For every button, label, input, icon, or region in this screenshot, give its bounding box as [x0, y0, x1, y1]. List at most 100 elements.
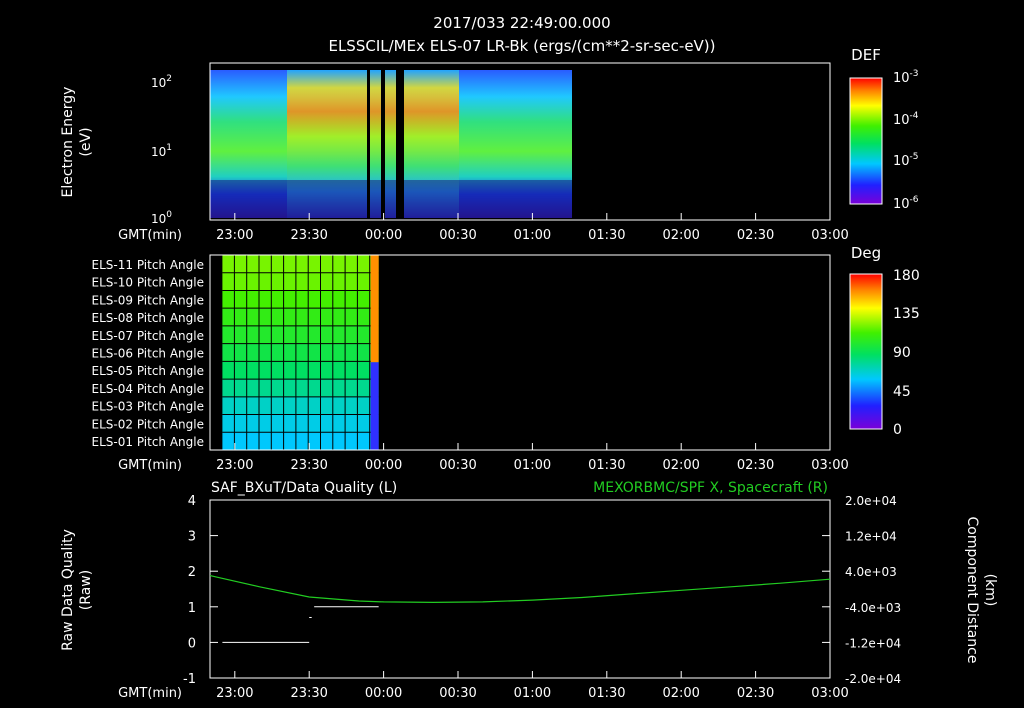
pitch-row-label: ELS-01 Pitch Angle	[92, 435, 204, 449]
chart-canvas: 2017/033 22:49:00.000 ELSSCIL/MEx ELS-07…	[60, 14, 998, 701]
pitch-row-fill	[222, 325, 379, 344]
right-tick-label: -2.0e+04	[845, 672, 901, 686]
deg-tick-45: 45	[893, 384, 911, 400]
chart-subtitle: ELSSCIL/MEx ELS-07 LR-Bk (ergs/(cm**2-sr…	[328, 37, 715, 55]
pitch-row-fill	[222, 396, 379, 415]
position-series-line	[209, 575, 831, 604]
gap-2	[381, 70, 385, 218]
quality-ylabel-left-1: Raw Data Quality	[60, 529, 76, 651]
pitch-row-fill	[222, 361, 379, 380]
time-tick-label: 02:30	[737, 228, 774, 243]
time-tick-label: 00:00	[365, 458, 402, 473]
pitch-row-label: ELS-10 Pitch Angle	[92, 276, 204, 290]
cbar-tick-4: 10-6	[893, 195, 919, 212]
quality-ylabel-left-2: (Raw)	[78, 570, 94, 610]
right-tick-label: -1.2e+04	[845, 636, 901, 650]
quality-ylabel-right: Component Distance (km)	[964, 517, 998, 664]
left-tick-label: 1	[188, 601, 196, 616]
left-tick-label: 3	[188, 530, 196, 545]
time-tick-label: 23:00	[216, 458, 253, 473]
left-tick-label: -1	[183, 672, 196, 687]
gap-1	[367, 70, 370, 218]
pitch-row-label: ELS-09 Pitch Angle	[92, 293, 204, 307]
time-tick-label: 02:00	[662, 458, 699, 473]
pitch-row-label: ELS-06 Pitch Angle	[92, 347, 204, 361]
quality-ylabel-right-2: (km)	[982, 574, 998, 607]
pitch-row-labels: ELS-11 Pitch Angle ELS-10 Pitch Angle ELS-…	[92, 258, 204, 449]
quality-left-ticks: 4 3 2 1 0 -1	[183, 494, 218, 687]
left-tick-label: 0	[188, 636, 196, 651]
quality-title-left: SAF_BXuT/Data Quality (L)	[211, 480, 397, 496]
pitch-row-fill	[222, 414, 379, 433]
deg-tick-135: 135	[893, 306, 920, 322]
deg-tick-90: 90	[893, 345, 911, 361]
pitch-row-label: ELS-04 Pitch Angle	[92, 382, 204, 396]
pitch-angle-panel: ELS-11 Pitch Angle ELS-10 Pitch Angle ELS-…	[92, 244, 920, 473]
time-tick-label: 01:00	[514, 458, 551, 473]
pitch-row-label: ELS-02 Pitch Angle	[92, 417, 204, 431]
pitch-row-label: ELS-05 Pitch Angle	[92, 364, 204, 378]
pitch-edge-cold	[370, 362, 379, 450]
time-tick-label: 01:30	[588, 458, 625, 473]
pitch-row-fill	[222, 432, 379, 450]
pitch-row-fill	[222, 255, 379, 273]
time-tick-label: 03:00	[811, 228, 848, 243]
time-tick-label: 01:30	[588, 228, 625, 243]
ytick-100: 102	[151, 74, 172, 90]
pitch-row-fill	[222, 379, 379, 397]
time-tick-label: 23:30	[290, 228, 327, 243]
right-tick-label: 2.0e+04	[845, 494, 897, 508]
pitch-row-label: ELS-08 Pitch Angle	[92, 311, 204, 325]
time-tick-label: 02:30	[737, 686, 774, 701]
deg-tick-180: 180	[893, 268, 920, 284]
time-ticks-3: 23:00 23:30 00:00 00:30 01:00 01:30 02:00 02:30…	[216, 671, 849, 701]
time-tick-label: 02:00	[662, 228, 699, 243]
quality-frame	[209, 499, 831, 679]
colorbar-def	[849, 77, 883, 205]
time-axis-label-1: GMT(min)	[118, 228, 182, 243]
right-tick-label: 1.2e+04	[845, 530, 897, 544]
pitch-row-fill	[222, 308, 379, 326]
pitch-row-fill	[222, 272, 379, 291]
time-tick-label: 00:30	[439, 686, 476, 701]
pitch-row-fill	[222, 343, 379, 362]
quality-series	[209, 575, 831, 643]
spectrogram-ylabel: Electron Energy (eV)	[60, 87, 94, 198]
left-tick-label: 2	[188, 565, 196, 580]
spectrogram-low-noise	[210, 180, 572, 218]
cbar-tick-1: 10-3	[893, 69, 919, 86]
quality-ylabel-left: Raw Data Quality (Raw)	[60, 529, 94, 651]
quality-title-right: MEXORBMC/SPF X, Spacecraft (R)	[593, 480, 828, 496]
time-tick-label: 00:00	[365, 228, 402, 243]
left-tick-label: 4	[188, 494, 196, 509]
pitch-row-label: ELS-03 Pitch Angle	[92, 400, 204, 414]
deg-tick-0: 0	[893, 422, 902, 438]
colorbar-label-def: DEF	[851, 46, 881, 64]
right-tick-label: -4.0e+03	[845, 601, 901, 615]
spectrogram-panel: Electron Energy (eV) 102 101 100 GMT(min…	[60, 46, 919, 243]
pitch-row-label: ELS-11 Pitch Angle	[92, 258, 204, 272]
time-tick-label: 02:30	[737, 458, 774, 473]
time-tick-label: 03:00	[811, 686, 848, 701]
pitch-edge-hot	[370, 255, 379, 363]
time-tick-label: 23:30	[290, 458, 327, 473]
cbar-tick-3: 10-5	[893, 152, 919, 169]
time-tick-label: 23:30	[290, 686, 327, 701]
ylabel-line-1: Electron Energy	[60, 87, 76, 198]
time-tick-label: 23:00	[216, 686, 253, 701]
time-tick-label: 01:30	[588, 686, 625, 701]
ytick-10: 101	[151, 143, 172, 159]
colorbar-label-deg: Deg	[851, 244, 881, 262]
time-tick-label: 03:00	[811, 458, 848, 473]
colorbar-deg	[849, 273, 883, 430]
right-tick-label: 4.0e+03	[845, 565, 897, 579]
chart-title: 2017/033 22:49:00.000	[433, 14, 610, 32]
time-tick-label: 02:00	[662, 686, 699, 701]
pitch-rows	[222, 255, 379, 450]
deg-colorbar: Deg 180 135 90 45 0	[849, 244, 920, 438]
gap-3	[396, 70, 404, 218]
time-axis-label-2: GMT(min)	[118, 458, 182, 473]
time-tick-label: 00:30	[439, 228, 476, 243]
time-tick-label: 01:00	[514, 228, 551, 243]
time-axis-label-3: GMT(min)	[118, 686, 182, 701]
